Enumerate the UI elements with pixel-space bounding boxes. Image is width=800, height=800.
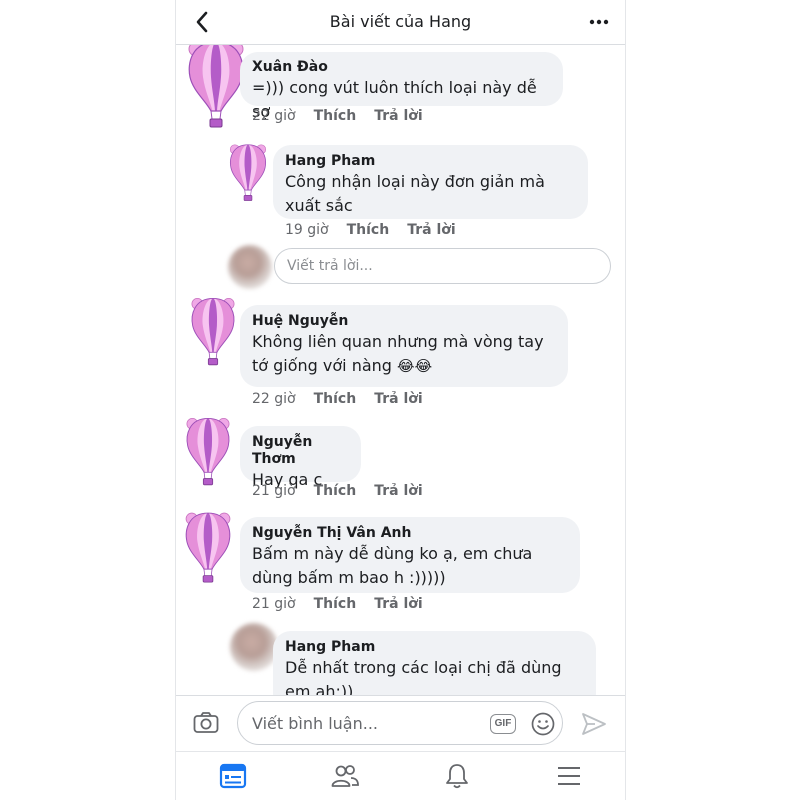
comment-text: Dễ nhất trong các loại chị đã dùng em ah… bbox=[285, 658, 562, 695]
hot-air-balloon-avatar-icon bbox=[185, 512, 231, 583]
reply-button[interactable]: Trả lời bbox=[374, 391, 422, 407]
avatar[interactable] bbox=[227, 142, 269, 204]
tab-friends[interactable] bbox=[330, 762, 360, 790]
comment-actions: 22 giờ Thích Trả lời bbox=[252, 108, 441, 124]
comment-composer: Viết bình luận... GIF bbox=[176, 695, 625, 752]
comment-bubble[interactable]: Nguyễn Thị Vân Anh Bấm m này dễ dùng ko … bbox=[240, 517, 580, 593]
reply-input[interactable]: Viết trả lời... bbox=[274, 248, 611, 284]
comment-time: 22 giờ bbox=[252, 108, 296, 124]
avatar[interactable] bbox=[183, 415, 233, 489]
comments-feed[interactable]: Xuân Đào =))) cong vút luôn thích loại n… bbox=[176, 45, 625, 695]
header-bar: Bài viết của Hang bbox=[176, 0, 625, 45]
comment-text: Bấm m này dễ dùng ko ạ, em chưa dùng bấm… bbox=[252, 544, 533, 587]
reply-button[interactable]: Trả lời bbox=[407, 222, 455, 238]
comment-actions: 21 giờ Thích Trả lời bbox=[252, 596, 441, 612]
comment-bubble[interactable]: Xuân Đào =))) cong vút luôn thích loại n… bbox=[240, 52, 563, 121]
comment-time: 22 giờ bbox=[252, 391, 296, 407]
avatar[interactable] bbox=[182, 510, 234, 586]
like-button[interactable]: Thích bbox=[314, 108, 357, 124]
hot-air-balloon-avatar-icon bbox=[229, 144, 267, 201]
more-options-button[interactable] bbox=[585, 10, 613, 34]
tab-menu[interactable] bbox=[554, 762, 584, 790]
comment-actions: 22 giờ Thích Trả lời bbox=[252, 391, 441, 407]
hot-air-balloon-avatar-icon bbox=[191, 297, 235, 366]
hot-air-balloon-avatar-icon bbox=[186, 417, 230, 486]
tab-notifications[interactable] bbox=[442, 762, 472, 790]
like-button[interactable]: Thích bbox=[314, 483, 357, 499]
comment-bubble[interactable]: Hang Pham Dễ nhất trong các loại chị đã … bbox=[273, 631, 596, 695]
tab-news-feed[interactable] bbox=[218, 762, 248, 790]
gif-button[interactable]: GIF bbox=[490, 714, 516, 734]
comment-bubble[interactable]: Huệ Nguyễn Không liên quan nhưng mà vòng… bbox=[240, 305, 568, 387]
camera-button[interactable] bbox=[192, 710, 220, 736]
laughing-emoji: 😂😂 bbox=[397, 357, 433, 375]
avatar[interactable] bbox=[188, 295, 238, 369]
reply-button[interactable]: Trả lời bbox=[374, 108, 422, 124]
comment-author[interactable]: Nguyễn Thị Vân Anh bbox=[252, 525, 566, 542]
comment-text: Công nhận loại này đơn giản mà xuất sắc bbox=[285, 172, 545, 215]
send-button[interactable] bbox=[580, 711, 608, 737]
bottom-tab-bar bbox=[176, 751, 625, 800]
comment-author[interactable]: Nguyễn Thơm bbox=[252, 434, 347, 468]
avatar[interactable] bbox=[230, 623, 278, 671]
page-title: Bài viết của Hang bbox=[329, 12, 472, 31]
hot-air-balloon-avatar-icon bbox=[188, 45, 244, 128]
comment-actions: 21 giờ Thích Trả lời bbox=[252, 483, 441, 499]
camera-icon bbox=[193, 712, 219, 733]
avatar[interactable] bbox=[184, 45, 248, 131]
phone-screen: Bài viết của Hang Xuân Đào =))) cong vút… bbox=[175, 0, 626, 800]
comment-text: Không liên quan nhưng mà vòng tay tớ giố… bbox=[252, 330, 554, 378]
like-button[interactable]: Thích bbox=[314, 596, 357, 612]
menu-icon bbox=[558, 767, 580, 785]
reply-button[interactable]: Trả lời bbox=[374, 483, 422, 499]
emoji-button[interactable] bbox=[530, 711, 556, 737]
comment-time: 21 giờ bbox=[252, 483, 296, 499]
notifications-icon bbox=[446, 764, 468, 789]
current-user-avatar bbox=[228, 245, 272, 289]
comment-author[interactable]: Huệ Nguyễn bbox=[252, 313, 554, 330]
more-horizontal-icon bbox=[589, 19, 609, 25]
comment-bubble[interactable]: Hang Pham Công nhận loại này đơn giản mà… bbox=[273, 145, 588, 219]
comment-author[interactable]: Xuân Đào bbox=[252, 59, 549, 76]
send-icon bbox=[582, 713, 606, 735]
comment-author[interactable]: Hang Pham bbox=[285, 153, 574, 170]
like-button[interactable]: Thích bbox=[347, 222, 390, 238]
comment-time: 21 giờ bbox=[252, 596, 296, 612]
comment-actions: 19 giờ Thích Trả lời bbox=[285, 222, 474, 238]
reply-button[interactable]: Trả lời bbox=[374, 596, 422, 612]
news-feed-icon bbox=[219, 763, 247, 789]
like-button[interactable]: Thích bbox=[314, 391, 357, 407]
smiley-icon bbox=[531, 712, 555, 736]
comment-bubble[interactable]: Nguyễn Thơm Hay qa c bbox=[240, 426, 361, 489]
comment-time: 19 giờ bbox=[285, 222, 329, 238]
friends-icon bbox=[331, 765, 359, 787]
comment-author[interactable]: Hang Pham bbox=[285, 639, 582, 656]
